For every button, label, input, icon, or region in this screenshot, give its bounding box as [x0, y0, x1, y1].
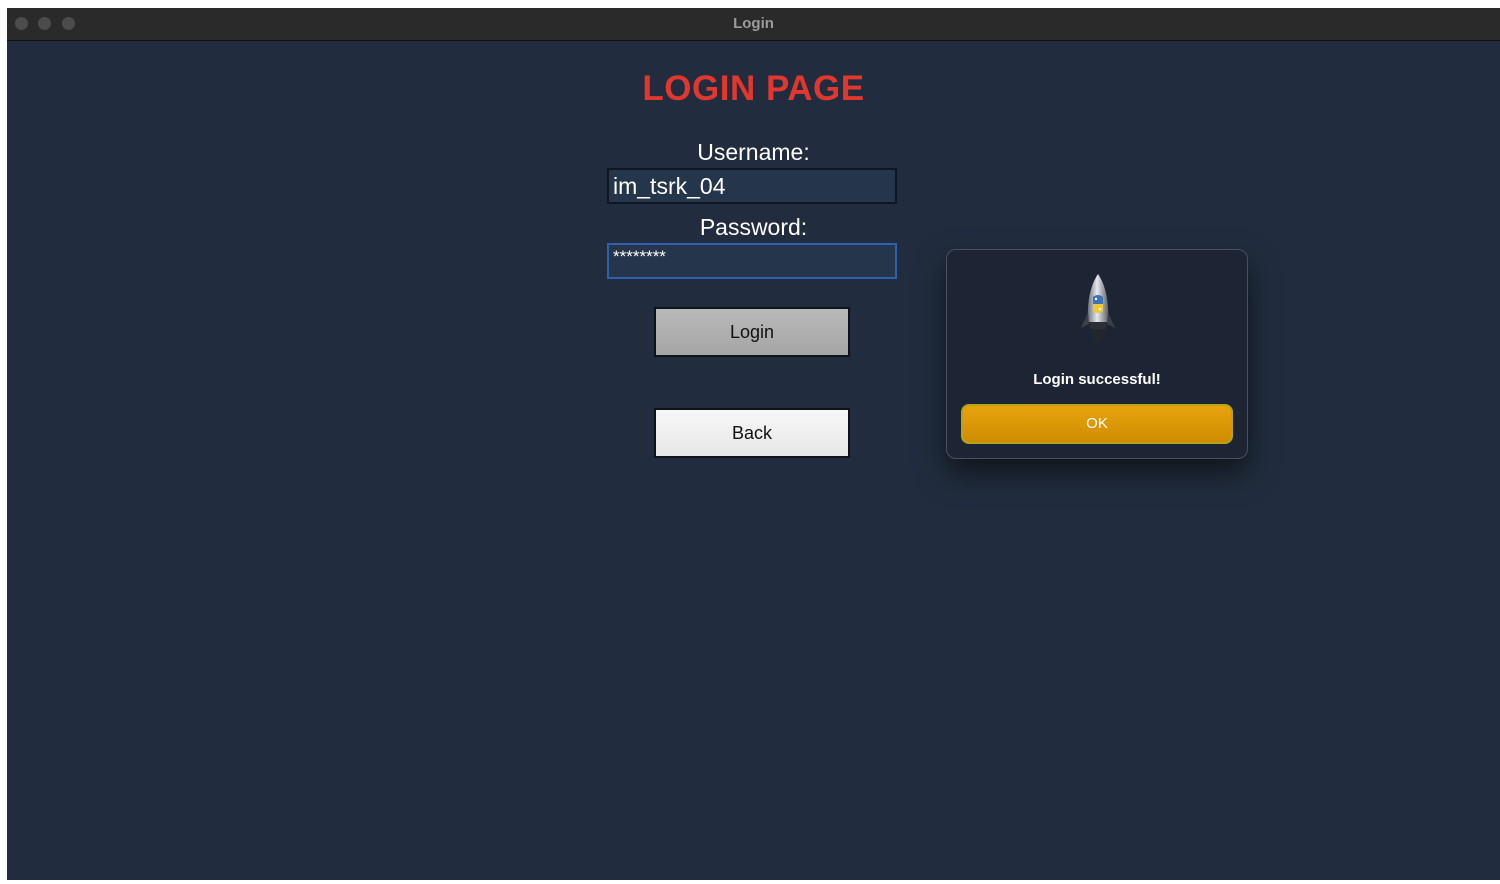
- login-success-dialog: Login successful! OK: [946, 249, 1248, 459]
- password-input[interactable]: [607, 243, 897, 279]
- username-input[interactable]: [607, 168, 897, 204]
- dialog-message: Login successful!: [1033, 371, 1161, 388]
- login-button[interactable]: Login: [654, 307, 850, 357]
- ok-button[interactable]: OK: [961, 404, 1233, 444]
- python-rocket-icon: [1081, 274, 1115, 342]
- app-window: Login LOGIN PAGE Username: Password: Log…: [7, 8, 1500, 880]
- password-label: Password:: [699, 214, 808, 240]
- window-title: Login: [733, 15, 774, 32]
- title-bar: Login: [7, 8, 1500, 41]
- page-title: LOGIN PAGE: [642, 69, 865, 108]
- username-label: Username:: [697, 139, 810, 165]
- back-button[interactable]: Back: [654, 408, 850, 458]
